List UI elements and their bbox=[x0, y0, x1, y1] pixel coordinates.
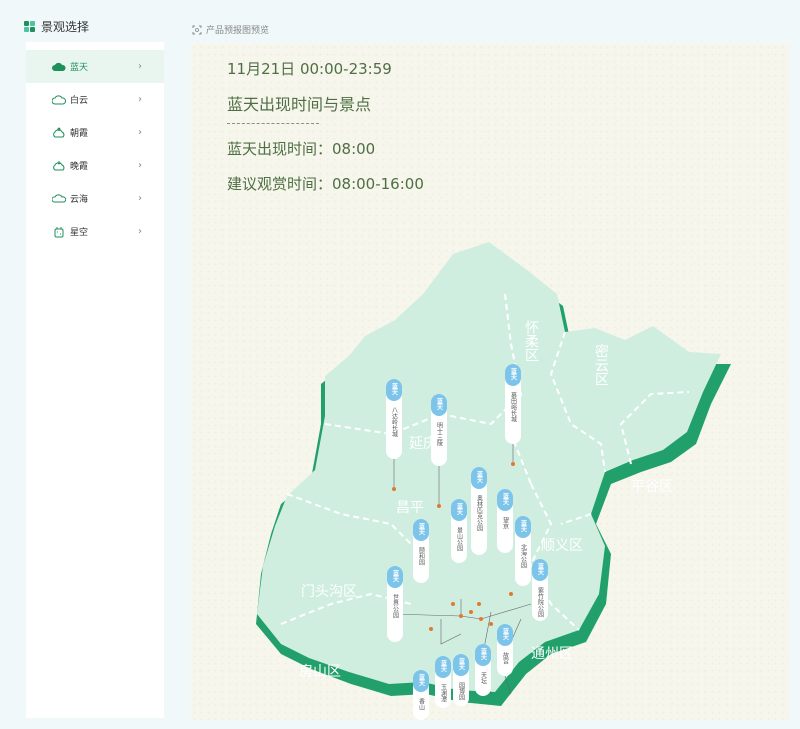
sidebar-item-label: 晚霞 bbox=[70, 162, 89, 172]
sidebar-item-sunset[interactable]: 晚霞 › bbox=[26, 149, 164, 182]
spot-tag-title: 蓝天 bbox=[440, 659, 447, 673]
spot-tag-title: 蓝天 bbox=[436, 397, 443, 411]
sidebar-item-label: 蓝天 bbox=[70, 63, 89, 73]
cloud-icon bbox=[52, 94, 66, 106]
spot-name: 景山公园 bbox=[456, 527, 463, 552]
forecast-preview-panel: 11月21日 00:00-23:59 蓝天出现时间与景点 蓝天出现时间：08:0… bbox=[191, 44, 789, 720]
sidebar-item-cloud-sea[interactable]: 云海 › bbox=[26, 182, 164, 215]
cloud-sea-icon bbox=[52, 193, 66, 205]
spot-name: 香山 bbox=[418, 697, 425, 711]
spot-name: 天坛 bbox=[480, 672, 487, 685]
date-range: 11月21日 00:00-23:59 bbox=[227, 60, 392, 78]
district-label-pinggu: 平谷区 bbox=[631, 479, 673, 495]
spot-tag-title: 蓝天 bbox=[480, 647, 487, 661]
spot-tag-title: 蓝天 bbox=[456, 502, 463, 516]
forecast-info: 11月21日 00:00-23:59 蓝天出现时间与景点 蓝天出现时间：08:0… bbox=[227, 58, 424, 194]
spot-name: 世界公园 bbox=[392, 593, 399, 619]
sidebar: 蓝天 › 白云 › 朝霞 › 晚霞 › 云海 › 星空 › bbox=[26, 42, 164, 718]
district-label-mentougou: 门头沟区 bbox=[301, 584, 357, 600]
spot-tag-title: 蓝天 bbox=[537, 562, 544, 576]
sidebar-item-white-cloud[interactable]: 白云 › bbox=[26, 83, 164, 116]
spot-name: 奥林匹克公园 bbox=[476, 494, 483, 532]
spot-name: 园博园 bbox=[458, 682, 465, 701]
spot-tag-garden-expo[interactable]: 蓝天 园博园 bbox=[453, 654, 469, 706]
spot-tag-title: 蓝天 bbox=[418, 522, 425, 536]
chevron-right-icon: › bbox=[138, 226, 142, 237]
sidebar-item-label: 朝霞 bbox=[70, 129, 89, 139]
chevron-right-icon: › bbox=[138, 160, 142, 171]
district-label-tongzhou: 通州区 bbox=[531, 646, 573, 662]
chevron-right-icon: › bbox=[138, 94, 142, 105]
beijing-district-map: 怀柔区 密云区 平谷区 延庆 昌平 顺义区 门头沟区 房山区 通州区 蓝天 八达… bbox=[256, 242, 731, 720]
sunrise-icon bbox=[52, 126, 66, 139]
spot-tag-temple-of-heaven[interactable]: 蓝天 天坛 bbox=[475, 644, 491, 696]
spot-tag-title: 蓝天 bbox=[458, 657, 465, 671]
preview-label: 产品预报图预览 bbox=[192, 23, 269, 36]
scan-icon bbox=[192, 25, 202, 34]
suggest-time: 建议观赏时间：08:00-16:00 bbox=[227, 175, 424, 193]
grid-logo-icon bbox=[24, 21, 35, 32]
spot-name: 故宫 bbox=[502, 651, 509, 665]
spot-tag-title: 蓝天 bbox=[476, 470, 483, 484]
preview-label-text: 产品预报图预览 bbox=[206, 26, 270, 36]
spot-name: 明十三陵 bbox=[436, 422, 443, 447]
sidebar-item-label: 星空 bbox=[70, 228, 89, 238]
spot-tag-jingshan-park[interactable]: 蓝天 景山公园 bbox=[451, 499, 467, 563]
sidebar-item-label: 白云 bbox=[70, 96, 89, 106]
spot-tag-world-park[interactable]: 蓝天 世界公园 bbox=[387, 566, 403, 642]
spot-name: 八达岭长城 bbox=[391, 407, 398, 438]
spot-tag-title: 蓝天 bbox=[502, 627, 509, 641]
appear-time: 蓝天出现时间：08:00 bbox=[227, 140, 376, 158]
spot-tag-summer-palace[interactable]: 蓝天 颐和园 bbox=[413, 519, 429, 583]
spot-name: 慕田峪长城 bbox=[510, 391, 517, 423]
spot-tag-title: 蓝天 bbox=[418, 673, 425, 687]
sidebar-item-starry-sky[interactable]: 星空 › bbox=[26, 215, 164, 248]
sidebar-item-label: 云海 bbox=[70, 195, 89, 205]
spot-tag-fragrant-hills[interactable]: 蓝天 香山 bbox=[413, 670, 429, 720]
starry-sky-icon bbox=[52, 226, 66, 238]
spot-tag-title: 蓝天 bbox=[510, 367, 517, 381]
sunset-icon bbox=[52, 160, 66, 172]
spot-tag-wangjing[interactable]: 蓝天 望京 bbox=[497, 489, 513, 553]
chevron-right-icon: › bbox=[138, 193, 142, 204]
spot-name: 望京 bbox=[502, 516, 509, 530]
spot-tag-title: 蓝天 bbox=[392, 569, 399, 583]
district-label-changping: 昌平 bbox=[396, 500, 424, 516]
spot-tag-zizhuyuan[interactable]: 蓝天 紫竹院公园 bbox=[532, 559, 548, 621]
district-label-miyun: 密云区 bbox=[593, 343, 609, 386]
spot-name: 颐和园 bbox=[418, 547, 425, 566]
spot-tag-title: 蓝天 bbox=[502, 492, 509, 506]
chevron-right-icon: › bbox=[138, 127, 142, 138]
cloud-filled-icon bbox=[52, 61, 66, 73]
spot-name: 北海公园 bbox=[520, 543, 527, 569]
forecast-heading: 蓝天出现时间与景点 bbox=[227, 91, 371, 124]
spot-tag-title: 蓝天 bbox=[520, 519, 527, 533]
district-label-fangshan: 房山区 bbox=[299, 664, 341, 680]
chevron-right-icon: › bbox=[138, 61, 142, 72]
app-header: 景观选择 bbox=[24, 18, 89, 35]
spot-tag-olympic-park[interactable]: 蓝天 奥林匹克公园 bbox=[471, 467, 487, 555]
sidebar-item-blue-sky[interactable]: 蓝天 › bbox=[26, 50, 164, 83]
spot-name: 玉渊潭 bbox=[440, 684, 447, 703]
sidebar-item-sunrise[interactable]: 朝霞 › bbox=[26, 116, 164, 149]
spot-tag-forbidden-city[interactable]: 蓝天 故宫 bbox=[497, 624, 513, 676]
spot-tag-title: 蓝天 bbox=[391, 382, 398, 396]
spot-tag-yuyuantan[interactable]: 蓝天 玉渊潭 bbox=[435, 656, 451, 708]
spot-tag-beihai-park[interactable]: 蓝天 北海公园 bbox=[515, 516, 531, 586]
app-title: 景观选择 bbox=[41, 20, 90, 34]
district-label-shunyi: 顺义区 bbox=[541, 538, 583, 554]
district-label-huairou: 怀柔区 bbox=[523, 320, 539, 362]
spot-name: 紫竹院公园 bbox=[537, 586, 544, 618]
